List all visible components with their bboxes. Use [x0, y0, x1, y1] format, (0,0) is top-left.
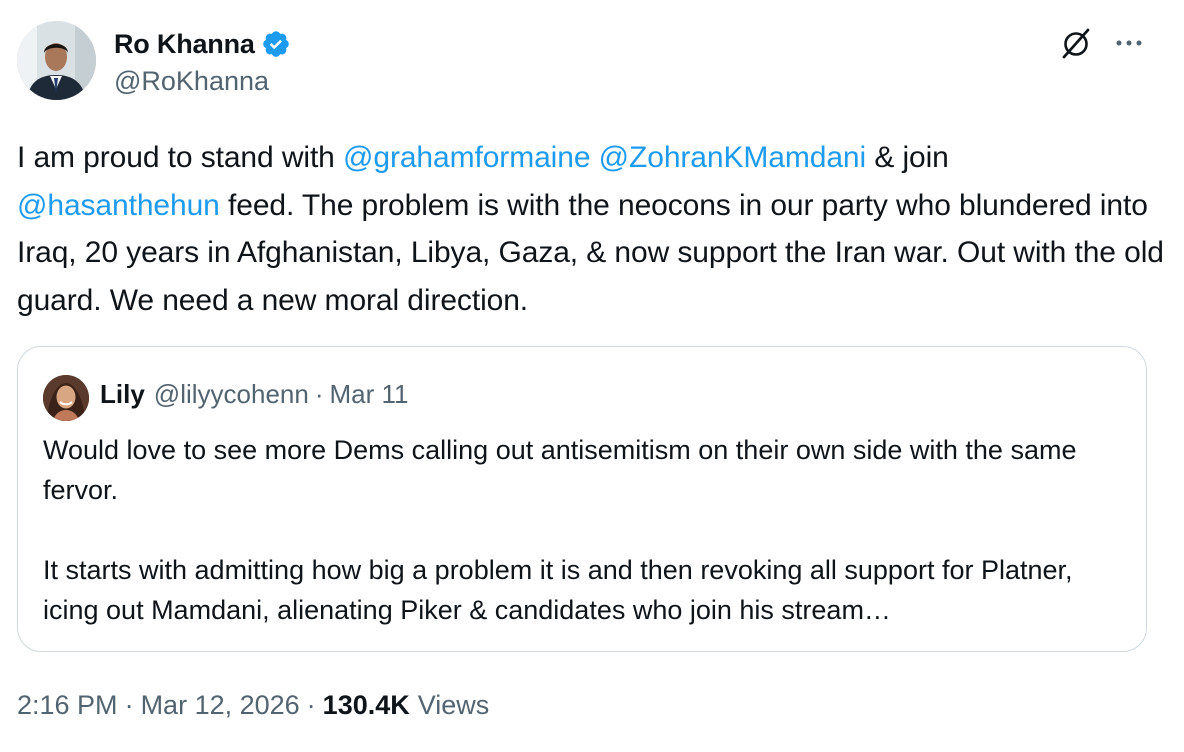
mention-link[interactable]: @hasanthehun — [17, 189, 220, 222]
quoted-tweet-header: Lily @lilyycohenn · Mar 11 — [100, 379, 409, 410]
views-count[interactable]: 130.4K — [323, 690, 410, 721]
author-name-row: Ro Khanna — [114, 24, 291, 64]
quoted-tweet-paragraph: It starts with admitting how big a probl… — [43, 555, 1073, 625]
quoted-author-avatar[interactable] — [43, 375, 89, 421]
tweet: Ro Khanna @RoKhanna I am proud to stand … — [0, 0, 1184, 752]
author-display-name[interactable]: Ro Khanna — [114, 29, 255, 60]
tweet-date[interactable]: Mar 12, 2026 — [141, 690, 300, 721]
author-handle[interactable]: @RoKhanna — [114, 66, 269, 97]
views-label: Views — [417, 690, 490, 720]
tweet-text-segment: I am proud to stand with — [17, 141, 344, 174]
quoted-author-handle[interactable]: @lilyycohenn — [154, 379, 309, 410]
tweet-text-segment — [590, 141, 598, 174]
separator-dot: · — [314, 379, 324, 409]
quoted-tweet-card[interactable]: Lily @lilyycohenn · Mar 11 Would love to… — [17, 346, 1147, 652]
author-avatar[interactable] — [17, 21, 96, 100]
tweet-metadata: 2:16 PM · Mar 12, 2026 · 130.4K Views — [17, 690, 489, 721]
quoted-tweet-date[interactable]: Mar 11 — [330, 379, 409, 410]
mention-link[interactable]: @grahamformaine — [343, 141, 591, 174]
tweet-text-segment: & join — [866, 141, 949, 174]
mention-link[interactable]: @ZohranKMamdani — [599, 141, 867, 174]
quoted-tweet-text: Would love to see more Dems calling out … — [43, 430, 1133, 630]
separator-dot: · — [124, 690, 134, 720]
separator-dot: · — [306, 690, 316, 720]
verified-badge-icon[interactable] — [261, 29, 291, 59]
grok-icon[interactable] — [1059, 26, 1093, 60]
tweet-time[interactable]: 2:16 PM — [17, 690, 118, 721]
tweet-text: I am proud to stand with @grahamformaine… — [17, 134, 1167, 324]
quoted-tweet-paragraph: Would love to see more Dems calling out … — [43, 435, 1077, 505]
more-options-icon[interactable] — [1112, 30, 1146, 56]
quoted-author-name[interactable]: Lily — [100, 379, 145, 410]
